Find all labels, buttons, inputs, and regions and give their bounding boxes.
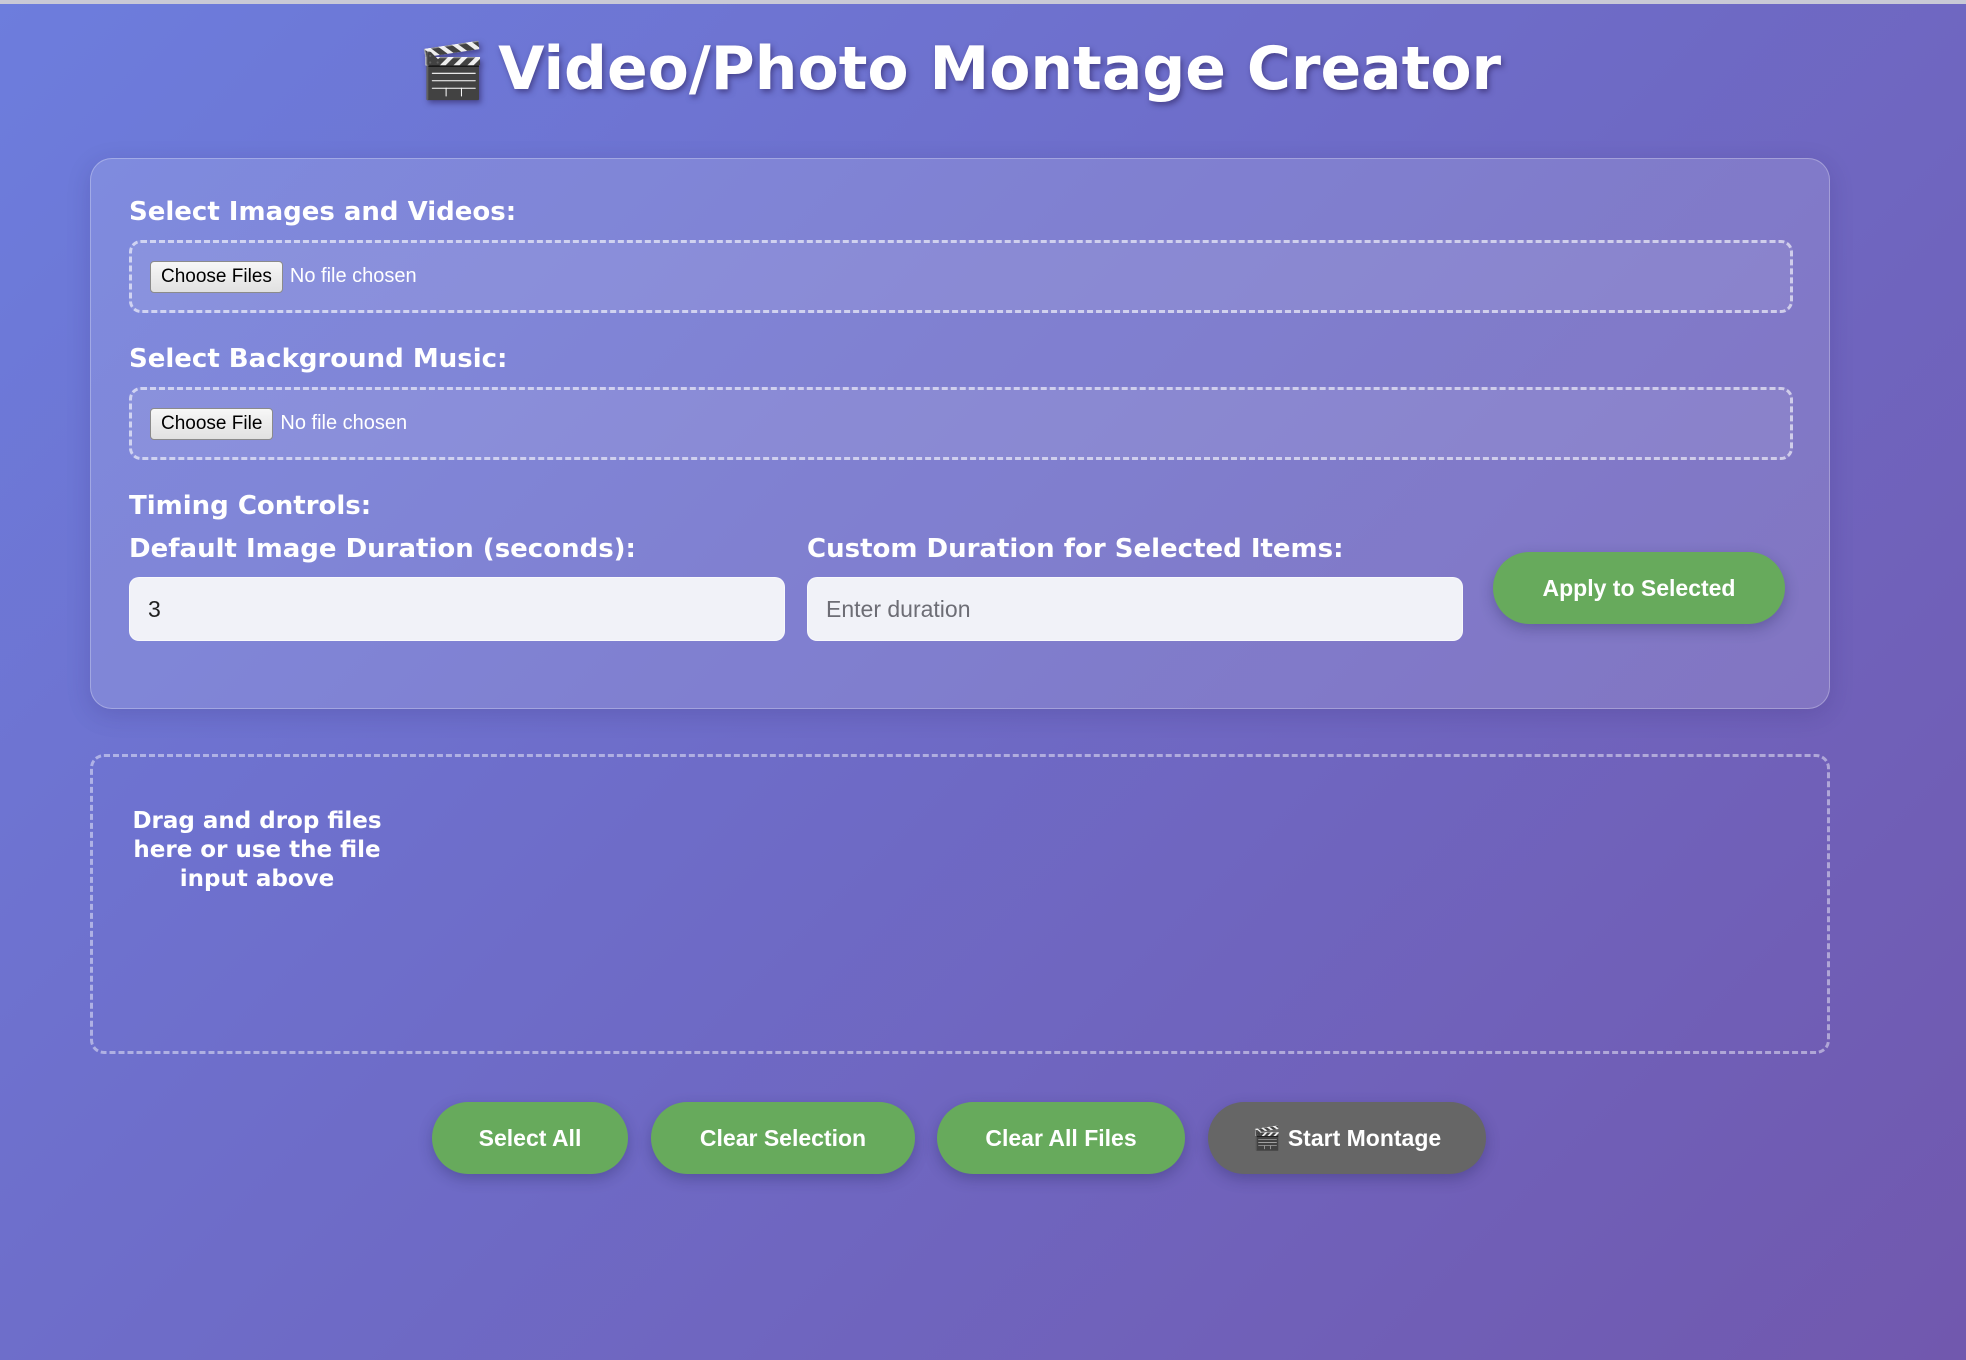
music-input-label: Select Background Music: [129, 344, 508, 374]
controls-panel: Select Images and Videos: Choose Files N… [90, 158, 1830, 709]
clear-all-files-button[interactable]: Clear All Files [937, 1102, 1185, 1174]
custom-duration-label: Custom Duration for Selected Items: [807, 534, 1344, 564]
media-file-input[interactable]: Choose Files No file chosen [129, 240, 1793, 313]
page-title: 🎬 Video/Photo Montage Creator [0, 34, 1920, 104]
media-file-status: No file chosen [289, 265, 417, 287]
default-duration-input[interactable] [129, 577, 785, 641]
media-input-label: Select Images and Videos: [129, 197, 517, 227]
start-montage-label: Start Montage [1287, 1124, 1442, 1151]
window-top-border [0, 0, 1966, 4]
drop-zone[interactable]: Drag and drop files here or use the file… [90, 754, 1830, 1054]
select-all-button[interactable]: Select All [432, 1102, 628, 1174]
clapperboard-icon: 🎬 [418, 39, 487, 102]
choose-media-files-button[interactable]: Choose Files [150, 260, 283, 293]
custom-duration-input[interactable] [807, 577, 1463, 641]
timing-controls-heading: Timing Controls: [129, 491, 372, 521]
apply-to-selected-button[interactable]: Apply to Selected [1493, 552, 1785, 624]
clear-selection-button[interactable]: Clear Selection [651, 1102, 915, 1174]
music-file-input[interactable]: Choose File No file chosen [129, 387, 1793, 460]
page-title-text: Video/Photo Montage Creator [498, 34, 1502, 104]
music-file-status: No file chosen [280, 412, 408, 434]
start-montage-button[interactable]: 🎬 Start Montage [1208, 1102, 1486, 1174]
drop-zone-hint: Drag and drop files here or use the file… [132, 808, 382, 892]
choose-music-file-button[interactable]: Choose File [150, 407, 274, 440]
clapperboard-icon: 🎬 [1252, 1124, 1282, 1151]
default-duration-label: Default Image Duration (seconds): [129, 534, 636, 564]
